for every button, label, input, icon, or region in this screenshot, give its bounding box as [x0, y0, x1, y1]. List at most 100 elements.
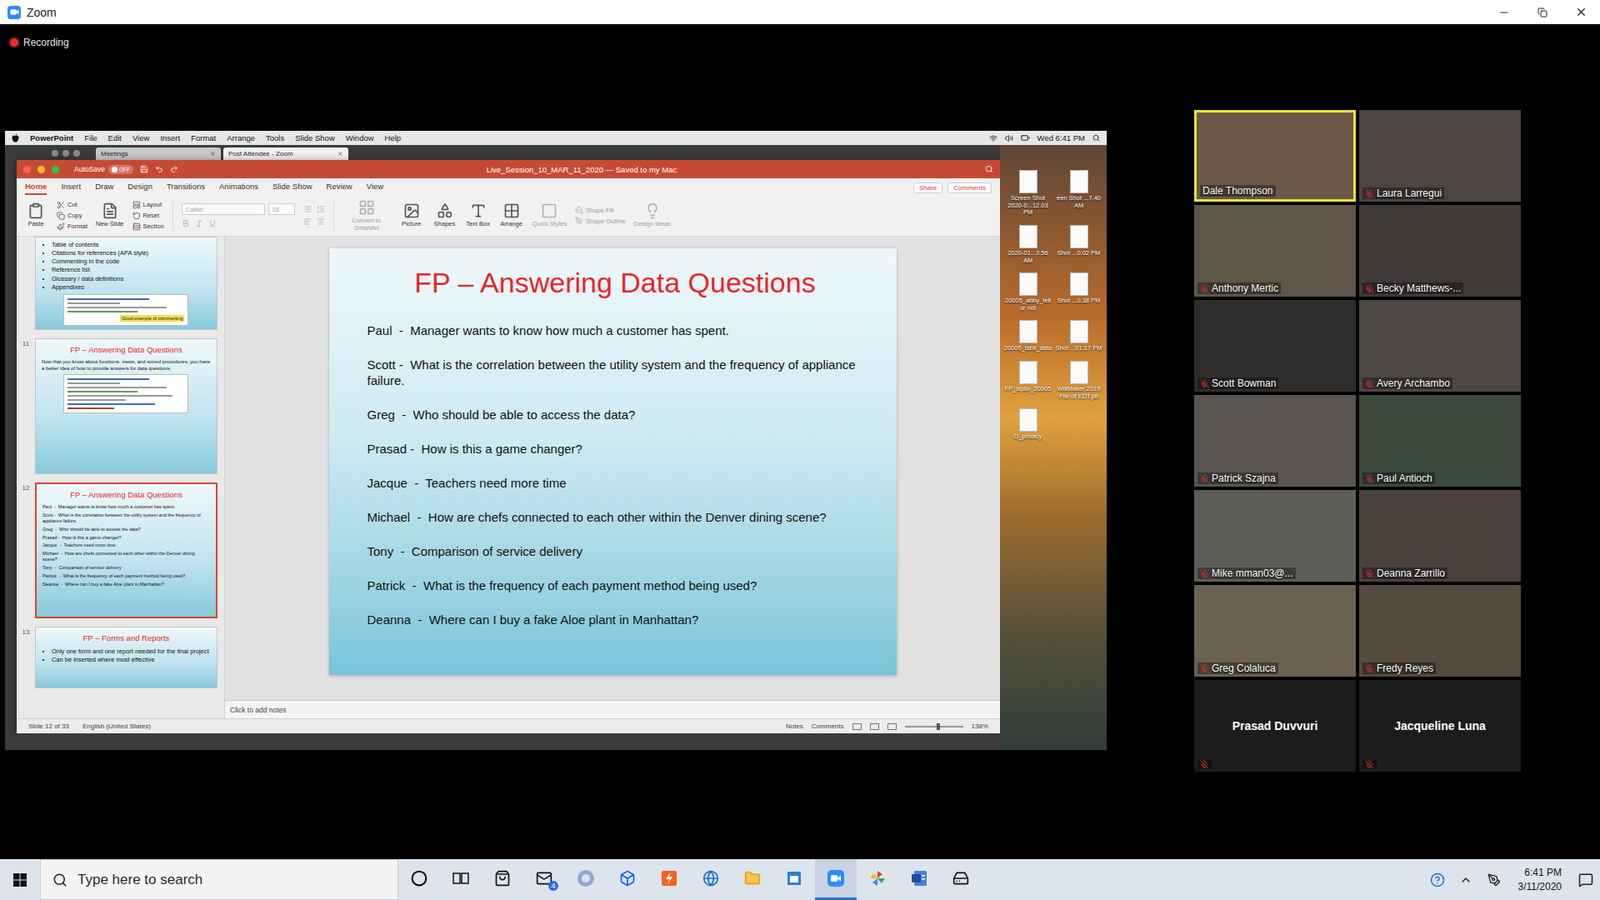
- tab-close-icon[interactable]: [337, 150, 344, 157]
- autosave[interactable]: AutoSaveOFF: [74, 165, 134, 175]
- slide-title[interactable]: FP – Answering Data Questions: [367, 266, 864, 300]
- desktop-file[interactable]: WillMaker 2019 File of EDT.pfl: [1054, 360, 1104, 400]
- recording-indicator[interactable]: Recording: [5, 32, 1107, 53]
- slide[interactable]: FP – Answering Data QuestionsPaul - Mana…: [329, 248, 897, 675]
- participant-tile[interactable]: Paul Antioch: [1359, 395, 1521, 487]
- menu-item[interactable]: View: [132, 133, 150, 143]
- menu-item[interactable]: Format: [190, 133, 216, 143]
- menu-app-name[interactable]: PowerPoint: [30, 133, 74, 143]
- browser-tab[interactable]: Meetings: [95, 147, 221, 160]
- ribbon-button[interactable]: Text Box: [465, 202, 491, 228]
- ribbon-small-button[interactable]: Copy: [56, 211, 88, 220]
- ribbon-tab[interactable]: Draw: [95, 181, 114, 195]
- start-button[interactable]: [0, 859, 40, 900]
- redo-icon[interactable]: [170, 165, 179, 174]
- sorter-view-icon[interactable]: [870, 723, 880, 730]
- taskbar-app[interactable]: [606, 859, 649, 900]
- minimize-button[interactable]: [1485, 0, 1524, 25]
- slide-thumbnail[interactable]: FP – Answering Data QuestionsPaul - Mana…: [35, 482, 218, 619]
- bold-icon[interactable]: [181, 219, 190, 228]
- ribbon-button[interactable]: Paste: [23, 202, 49, 228]
- participant-tile[interactable]: Patrick Szajna: [1194, 395, 1356, 487]
- italic-icon[interactable]: [195, 219, 204, 228]
- ribbon-small-button[interactable]: Format: [56, 222, 88, 231]
- zoom-light[interactable]: [51, 165, 60, 174]
- battery-icon[interactable]: [1020, 133, 1030, 143]
- close-button[interactable]: [1561, 0, 1600, 25]
- slide-entry[interactable]: Greg - Who should be able to access the …: [367, 406, 864, 423]
- restore-button[interactable]: [1523, 0, 1562, 25]
- thumbnail-row[interactable]: 11FP – Answering Data QuestionsNow that …: [16, 338, 218, 475]
- participant-tile[interactable]: Dale Thompson: [1194, 110, 1356, 202]
- notes-button[interactable]: Notes: [785, 722, 804, 730]
- participant-tile[interactable]: Deanna Zarrillo: [1359, 490, 1521, 582]
- ribbon-button[interactable]: Quick Styles: [532, 202, 568, 228]
- thumbnail-row[interactable]: 13FP – Forms and ReportsOnly one form an…: [16, 626, 218, 689]
- ribbon-tab[interactable]: Transitions: [166, 181, 205, 195]
- participant-tile[interactable]: Prasad Duvvuri: [1194, 680, 1356, 772]
- tab-close-icon[interactable]: [210, 150, 216, 157]
- participant-tile[interactable]: Scott Bowman: [1194, 300, 1356, 392]
- taskbar-app[interactable]: [773, 859, 815, 900]
- save-icon[interactable]: [140, 165, 149, 174]
- slide-entry[interactable]: Jacque - Teachers need more time: [367, 475, 864, 491]
- notes-field[interactable]: Click to add notes: [225, 700, 1000, 719]
- language[interactable]: English (United States): [82, 722, 151, 730]
- ribbon-small-button[interactable]: Section: [132, 222, 165, 231]
- numbering-icon[interactable]: [316, 205, 325, 214]
- ribbon-button[interactable]: Design Ideas: [634, 202, 671, 228]
- wifi-icon[interactable]: [989, 134, 998, 143]
- spotlight-icon[interactable]: [1092, 134, 1100, 142]
- underline-icon[interactable]: [208, 219, 217, 228]
- menu-item[interactable]: File: [84, 133, 97, 143]
- close-light[interactable]: [23, 165, 31, 174]
- taskbar-app[interactable]: [856, 859, 899, 900]
- desktop-file[interactable]: een Shot ...7.40 AM: [1054, 170, 1104, 217]
- slide-thumbnail[interactable]: FP – Forms and ReportsOnly one form and …: [35, 626, 218, 689]
- participant-tile[interactable]: Avery Archambo: [1359, 300, 1521, 392]
- thumbnail-row[interactable]: Table of contentsCitations for reference…: [16, 236, 218, 330]
- taskbar-app[interactable]: 4: [523, 859, 565, 900]
- align-center-icon[interactable]: [316, 217, 325, 226]
- ribbon-button[interactable]: New Slide: [95, 202, 125, 228]
- ribbon-tab[interactable]: Home: [25, 181, 47, 195]
- autosave-toggle[interactable]: OFF: [108, 165, 134, 175]
- taskbar-app[interactable]: [398, 859, 440, 900]
- undo-icon[interactable]: [155, 165, 164, 174]
- pen-button[interactable]: [1480, 873, 1509, 887]
- desktop-file[interactable]: Shot ...01.17 PM: [1054, 320, 1104, 353]
- ribbon-button[interactable]: Shapes: [432, 202, 458, 228]
- menu-item[interactable]: Arrange: [226, 133, 255, 143]
- participant-tile[interactable]: Anthony Mertic: [1194, 205, 1356, 297]
- desktop-file[interactable]: D_privacy: [1003, 408, 1053, 441]
- ribbon-tab[interactable]: Design: [127, 181, 153, 195]
- reading-view-icon[interactable]: [887, 723, 897, 730]
- slide-entry[interactable]: Patrick - What is the frequency of each …: [367, 577, 864, 594]
- ribbon-tab[interactable]: View: [366, 181, 384, 195]
- ribbon-button[interactable]: Picture: [399, 202, 425, 228]
- comments-button[interactable]: Comments: [947, 182, 992, 194]
- normal-view-icon[interactable]: [852, 723, 862, 730]
- ribbon-small-button[interactable]: Cut: [56, 200, 88, 210]
- menu-item[interactable]: Help: [385, 133, 402, 143]
- help-button[interactable]: [1423, 872, 1452, 888]
- menu-clock[interactable]: Wed 6:41 PM: [1037, 133, 1085, 143]
- share-button[interactable]: Share: [913, 182, 943, 194]
- ribbon-small-button[interactable]: Shape Fill: [575, 205, 626, 215]
- desktop-file[interactable]: FP_siplin_20005: [1003, 360, 1053, 400]
- search-icon[interactable]: [985, 165, 994, 174]
- thumbnail-row[interactable]: 12FP – Answering Data QuestionsPaul - Ma…: [16, 482, 218, 619]
- font-size-field[interactable]: 18: [268, 203, 295, 215]
- apple-icon[interactable]: [11, 133, 20, 143]
- slide-entry[interactable]: Michael - How are chefs connected to eac…: [367, 509, 864, 525]
- browser-tab[interactable]: Post Attendee - Zoom: [223, 147, 349, 160]
- font-name-field[interactable]: Calibri: [181, 203, 265, 215]
- ribbon-tab[interactable]: Animations: [219, 181, 259, 195]
- ribbon-small-button[interactable]: Reset: [132, 211, 165, 220]
- menu-item[interactable]: Tools: [265, 133, 285, 143]
- comments-status-button[interactable]: Comments: [811, 722, 845, 730]
- taskbar-app[interactable]: [565, 859, 607, 900]
- desktop-file[interactable]: 20005_abby_tell or not: [1003, 272, 1053, 312]
- slide-thumbnail[interactable]: FP – Answering Data QuestionsNow that yo…: [35, 338, 218, 475]
- ribbon-small-button[interactable]: Shape Outline: [575, 216, 626, 225]
